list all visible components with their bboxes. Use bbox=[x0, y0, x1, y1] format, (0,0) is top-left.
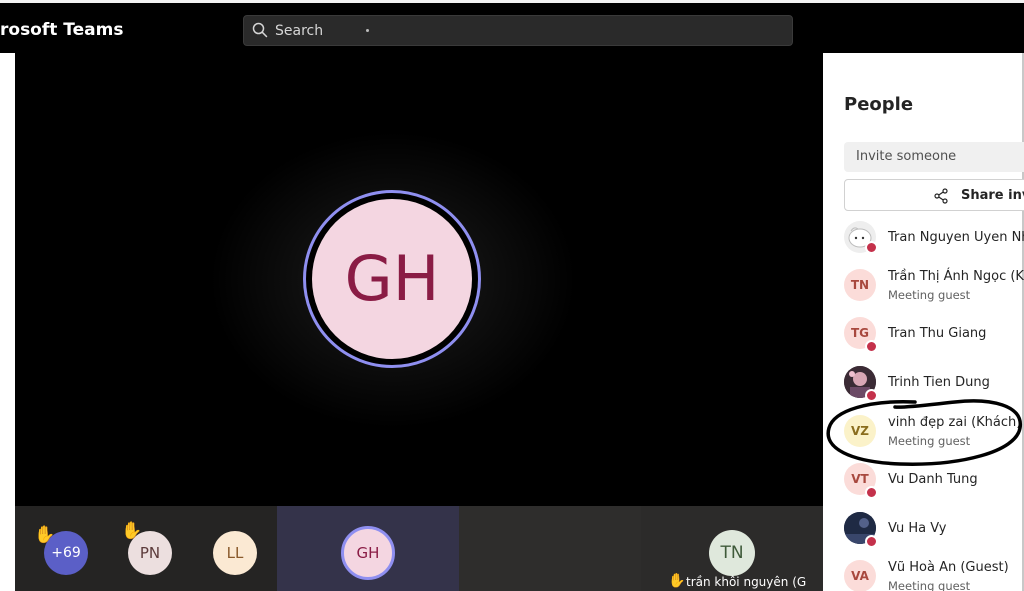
participant-row[interactable]: VZ vinh đẹp zai (Khách) Meeting guest bbox=[823, 412, 1024, 456]
gallery-avatar-gh[interactable]: GH bbox=[341, 526, 395, 580]
participant-initials: VZ bbox=[851, 424, 869, 438]
participant-initials: VA bbox=[851, 569, 869, 583]
participant-subtitle: Meeting guest bbox=[888, 288, 971, 302]
participant-row[interactable]: Trinh Tien Dung bbox=[823, 363, 1024, 407]
busy-status-icon bbox=[865, 389, 878, 402]
participant-row[interactable]: Vu Ha Vy bbox=[823, 510, 1024, 554]
invite-placeholder: Invite someone bbox=[856, 149, 957, 164]
participant-avatar: TN bbox=[844, 269, 876, 301]
main-speaker-avatar[interactable]: GH bbox=[303, 190, 481, 368]
gallery-initials: GH bbox=[356, 544, 380, 562]
cursor-dot bbox=[366, 29, 369, 32]
gallery-strip: +69 ✋ PN ✋ LL GH TN ✋ trần khôi nguyên (… bbox=[15, 506, 823, 591]
participant-row[interactable]: VT Vu Danh Tung bbox=[823, 461, 1024, 505]
search-placeholder: Search bbox=[275, 23, 324, 39]
gallery-tile-empty bbox=[459, 506, 641, 591]
overflow-count: +69 bbox=[51, 545, 81, 561]
left-edge bbox=[0, 53, 15, 591]
participant-avatar: VA bbox=[844, 560, 876, 591]
busy-status-icon bbox=[865, 535, 878, 548]
gallery-avatar-tn[interactable]: TN bbox=[709, 530, 755, 576]
participant-name: Vu Danh Tung bbox=[888, 472, 978, 487]
main-speaker-initials: GH bbox=[312, 199, 472, 359]
participant-initials: TG bbox=[850, 326, 870, 340]
invite-input[interactable]: Invite someone bbox=[844, 142, 1024, 172]
share-invite-button[interactable]: Share inv bbox=[844, 179, 1024, 211]
search-icon bbox=[252, 22, 268, 38]
busy-status-icon bbox=[865, 486, 878, 499]
participant-name: Vu Ha Vy bbox=[888, 521, 947, 536]
participant-initials: VT bbox=[851, 472, 869, 486]
share-icon bbox=[934, 188, 948, 204]
title-bar: rosoft Teams Search bbox=[0, 0, 1024, 53]
participant-name: Tran Nguyen Uyen Nh bbox=[888, 230, 1024, 245]
participant-avatar: VZ bbox=[844, 415, 876, 447]
gallery-initials: LL bbox=[226, 544, 244, 562]
participant-name: Vũ Hoà An (Guest) bbox=[888, 560, 1009, 575]
participant-name: Tran Thu Giang bbox=[888, 326, 987, 341]
participant-name: Trần Thị Ánh Ngọc (K bbox=[888, 269, 1024, 284]
busy-status-icon bbox=[865, 241, 878, 254]
gallery-initials: PN bbox=[139, 544, 161, 562]
raised-hand-icon: ✋ bbox=[668, 573, 686, 589]
participant-row[interactable]: VA Vũ Hoà An (Guest) Meeting guest bbox=[823, 558, 1024, 591]
busy-status-icon bbox=[865, 340, 878, 353]
main-stage: GH bbox=[15, 53, 823, 506]
gallery-initials: TN bbox=[720, 543, 744, 563]
people-panel: People Invite someone Share inv Tran Ngu… bbox=[823, 53, 1024, 591]
participant-subtitle: Meeting guest bbox=[888, 434, 971, 448]
raised-hand-icon: ✋ bbox=[34, 525, 56, 545]
participant-name: vinh đẹp zai (Khách) bbox=[888, 415, 1022, 430]
raised-hand-icon: ✋ bbox=[121, 521, 143, 541]
gallery-participant-name: trần khôi nguyên (G bbox=[686, 575, 807, 589]
gallery-avatar-ll[interactable]: LL bbox=[213, 531, 257, 575]
search-box[interactable]: Search bbox=[243, 15, 793, 46]
participant-name: Trinh Tien Dung bbox=[888, 375, 990, 390]
panel-title: People bbox=[844, 94, 914, 115]
participant-row[interactable]: Tran Nguyen Uyen Nh bbox=[823, 219, 1024, 263]
participant-row[interactable]: TG Tran Thu Giang bbox=[823, 314, 1024, 358]
participant-initials: TN bbox=[850, 278, 870, 292]
participant-subtitle: Meeting guest bbox=[888, 579, 971, 591]
participant-row[interactable]: TN Trần Thị Ánh Ngọc (K Meeting guest bbox=[823, 266, 1024, 310]
share-invite-label: Share inv bbox=[961, 188, 1024, 203]
app-title: rosoft Teams bbox=[0, 20, 124, 40]
